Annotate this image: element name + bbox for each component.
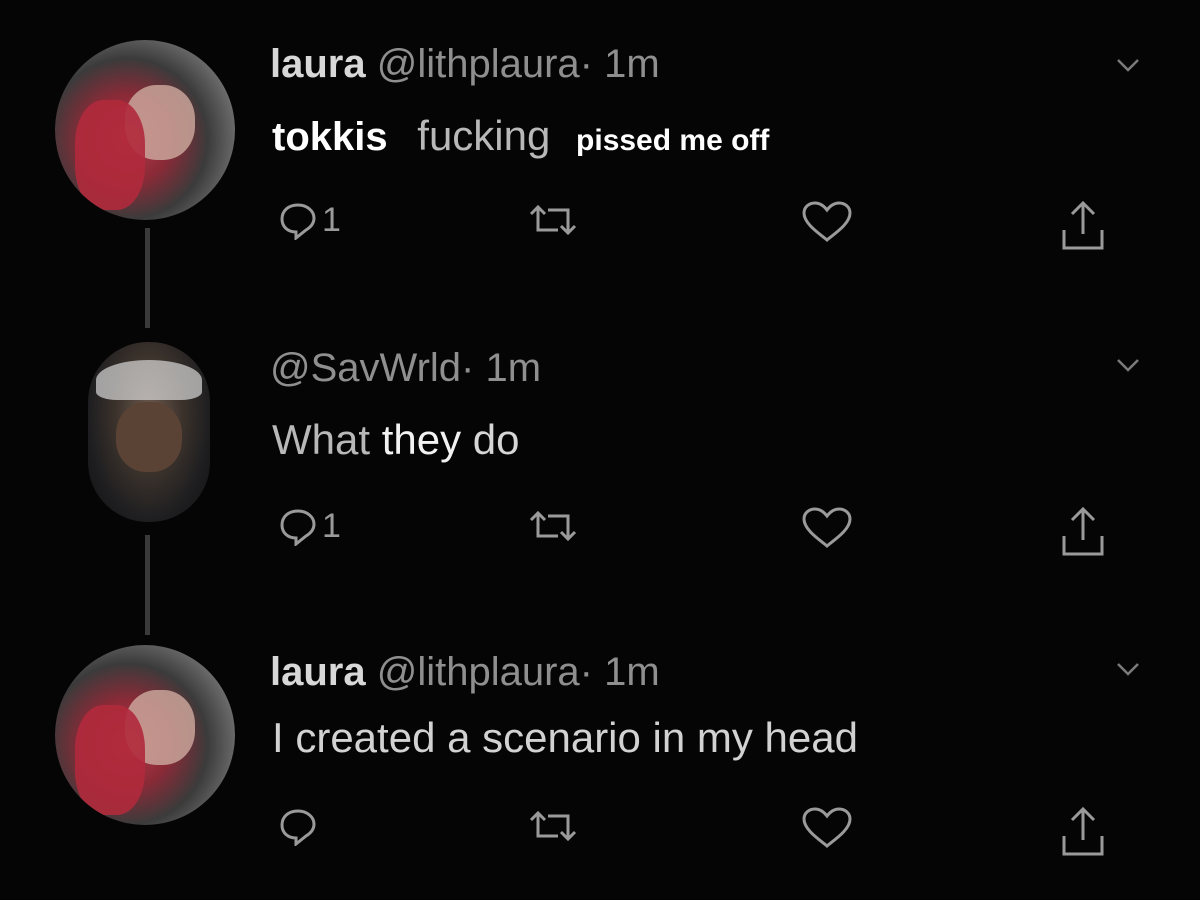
reply-button[interactable]: 1 [278,506,341,546]
timestamp[interactable]: 1m [485,346,541,390]
share-icon [1062,506,1104,556]
tweet-header: laura @lithplaura· 1m [270,42,660,87]
reply-count: 1 [322,506,341,545]
tweet-actions: 1 [0,200,1200,260]
separator-dot: · [579,650,593,694]
share-icon [1062,806,1104,856]
reply-icon [280,509,316,546]
tweet-text: tokkis fucking pissed me off [272,112,769,160]
retweet-button[interactable] [528,200,578,240]
user-handle[interactable]: @SavWrld [270,346,461,390]
tweet-header: laura @lithplaura· 1m [270,650,660,695]
timestamp[interactable]: 1m [604,42,660,86]
chevron-down-icon[interactable] [1115,656,1141,682]
heart-icon [802,201,852,242]
display-name[interactable]: laura [270,42,366,86]
tweet-text: What they do [272,416,519,464]
share-button[interactable] [1058,806,1108,860]
tweet-text-part: pissed me off [576,124,770,157]
avatar[interactable] [88,342,210,522]
user-handle[interactable]: @lithplaura [377,42,580,86]
tweet-text-part: fucking [417,112,551,159]
tweet-header: @SavWrld· 1m [270,346,541,391]
tweet[interactable]: laura @lithplaura· 1m I created a scenar… [0,620,1200,900]
tweet[interactable]: @SavWrld· 1m What they do 1 [0,320,1200,620]
retweet-icon [529,810,577,842]
share-button[interactable] [1058,200,1108,254]
reply-button[interactable] [278,806,322,846]
separator-dot: · [461,346,475,390]
heart-icon [802,807,852,848]
share-button[interactable] [1058,506,1108,560]
tweet-text-part: do [472,416,520,463]
separator-dot: · [579,42,593,86]
tweet-text: I created a scenario in my head [272,714,858,762]
tweet-text-part: I created a scenario in my head [272,714,858,761]
like-button[interactable] [800,200,854,244]
like-button[interactable] [800,506,854,550]
reply-icon [280,809,316,846]
heart-icon [802,507,852,548]
avatar[interactable] [55,645,235,825]
chevron-down-icon[interactable] [1115,352,1141,378]
display-name[interactable]: laura [270,650,366,694]
retweet-icon [529,510,577,542]
timestamp[interactable]: 1m [604,650,660,694]
chevron-down-icon[interactable] [1115,52,1141,78]
user-handle[interactable]: @lithplaura [377,650,580,694]
tweet-actions [0,806,1200,866]
tweet-actions: 1 [0,506,1200,566]
retweet-icon [529,204,577,236]
tweet[interactable]: laura @lithplaura· 1m tokkis fucking pis… [0,0,1200,320]
tweet-text-part: they [381,416,462,463]
tweet-text-part: tokkis [272,115,388,159]
retweet-button[interactable] [528,806,578,846]
avatar[interactable] [55,40,235,220]
retweet-button[interactable] [528,506,578,546]
reply-icon [280,203,316,240]
reply-count: 1 [322,200,341,239]
share-icon [1062,200,1104,250]
reply-button[interactable]: 1 [278,200,341,240]
like-button[interactable] [800,806,854,850]
tweet-text-part: What [272,416,371,463]
